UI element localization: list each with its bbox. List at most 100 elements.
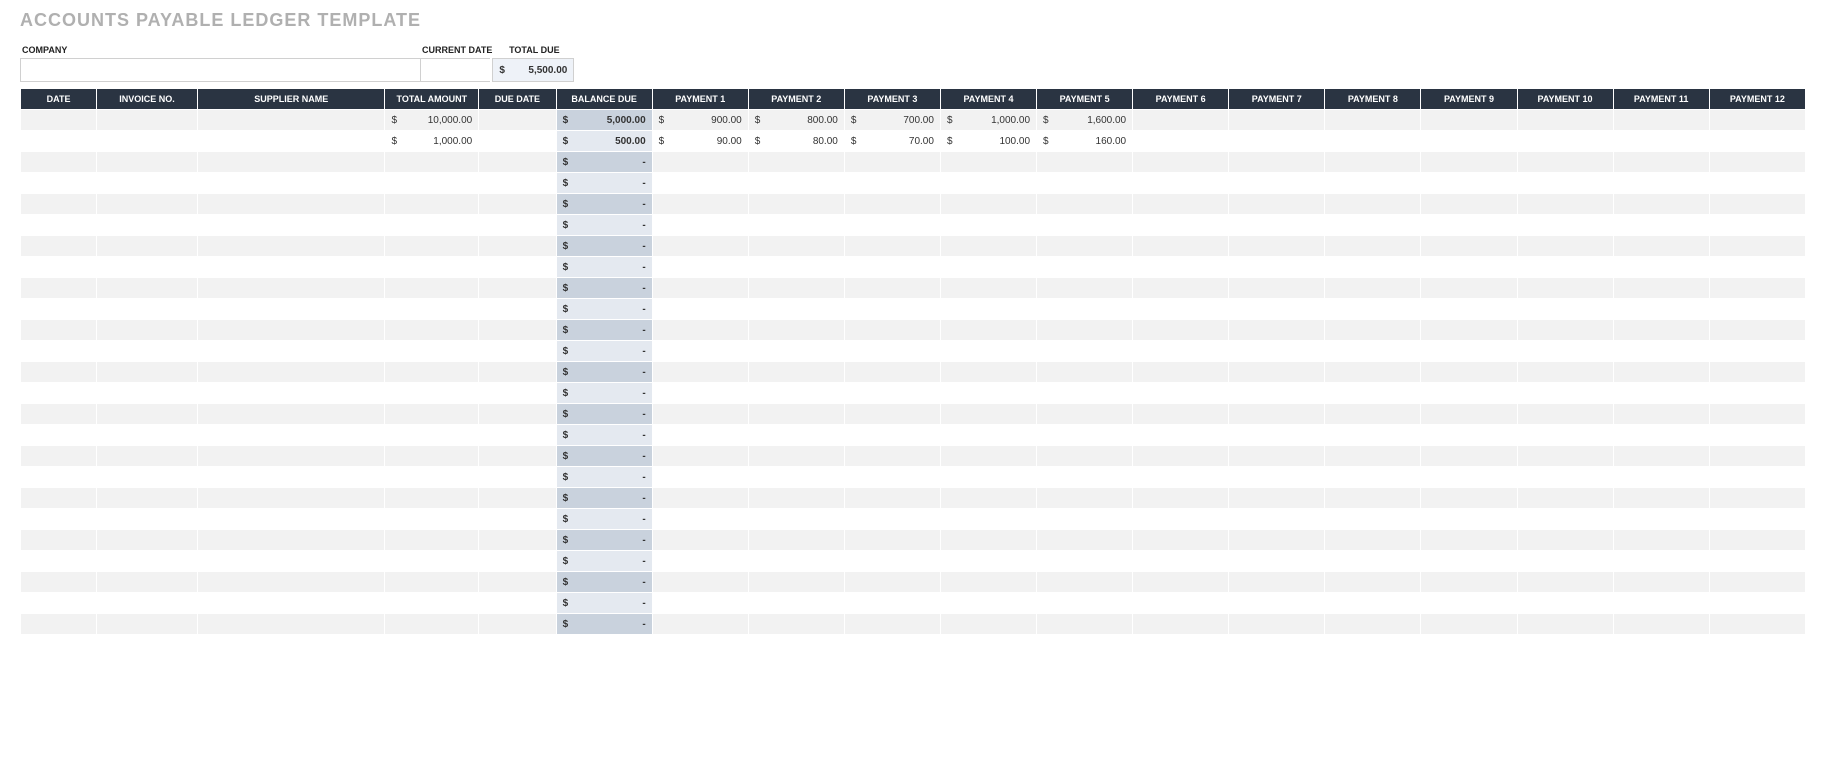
cell-payment[interactable] bbox=[1709, 509, 1805, 530]
cell-payment[interactable] bbox=[1709, 299, 1805, 320]
cell-date[interactable] bbox=[21, 320, 97, 341]
cell-payment[interactable] bbox=[1133, 299, 1229, 320]
cell-balance[interactable]: $- bbox=[556, 446, 652, 467]
cell-payment[interactable] bbox=[1517, 341, 1613, 362]
cell-payment[interactable] bbox=[748, 446, 844, 467]
cell-payment[interactable] bbox=[1037, 173, 1133, 194]
cell-payment[interactable] bbox=[652, 383, 748, 404]
cell-payment[interactable] bbox=[1325, 299, 1421, 320]
cell-balance[interactable]: $- bbox=[556, 299, 652, 320]
cell-payment[interactable] bbox=[1037, 551, 1133, 572]
cell-payment[interactable] bbox=[844, 446, 940, 467]
cell-due[interactable] bbox=[479, 593, 556, 614]
cell-payment[interactable] bbox=[1709, 131, 1805, 152]
cell-payment[interactable] bbox=[1517, 509, 1613, 530]
cell-payment[interactable] bbox=[1325, 152, 1421, 173]
cell-payment[interactable] bbox=[748, 530, 844, 551]
cell-payment[interactable] bbox=[1325, 530, 1421, 551]
cell-payment[interactable] bbox=[1517, 257, 1613, 278]
cell-payment[interactable] bbox=[844, 383, 940, 404]
cell-payment[interactable]: $90.00 bbox=[652, 131, 748, 152]
cell-payment[interactable] bbox=[1709, 551, 1805, 572]
cell-total[interactable] bbox=[385, 320, 479, 341]
cell-payment[interactable] bbox=[1709, 572, 1805, 593]
cell-supplier[interactable] bbox=[197, 236, 385, 257]
cell-balance[interactable]: $- bbox=[556, 236, 652, 257]
cell-payment[interactable] bbox=[940, 509, 1036, 530]
cell-payment[interactable] bbox=[1421, 236, 1517, 257]
cell-payment[interactable] bbox=[1229, 131, 1325, 152]
cell-payment[interactable] bbox=[1037, 257, 1133, 278]
cell-payment[interactable] bbox=[844, 425, 940, 446]
cell-balance[interactable]: $- bbox=[556, 278, 652, 299]
cell-payment[interactable] bbox=[652, 593, 748, 614]
cell-payment[interactable] bbox=[1037, 446, 1133, 467]
cell-balance[interactable]: $- bbox=[556, 425, 652, 446]
cell-total[interactable]: $1,000.00 bbox=[385, 131, 479, 152]
cell-balance[interactable]: $- bbox=[556, 383, 652, 404]
cell-balance[interactable]: $- bbox=[556, 467, 652, 488]
cell-invoice[interactable] bbox=[97, 194, 198, 215]
cell-balance[interactable]: $- bbox=[556, 173, 652, 194]
cell-payment[interactable] bbox=[1229, 110, 1325, 131]
cell-payment[interactable] bbox=[1325, 404, 1421, 425]
cell-payment[interactable] bbox=[748, 551, 844, 572]
cell-payment[interactable] bbox=[1325, 257, 1421, 278]
cell-payment[interactable] bbox=[1613, 110, 1709, 131]
cell-payment[interactable] bbox=[1421, 257, 1517, 278]
cell-payment[interactable] bbox=[1133, 110, 1229, 131]
cell-supplier[interactable] bbox=[197, 593, 385, 614]
cell-invoice[interactable] bbox=[97, 551, 198, 572]
cell-payment[interactable] bbox=[844, 278, 940, 299]
cell-invoice[interactable] bbox=[97, 425, 198, 446]
cell-payment[interactable] bbox=[1421, 530, 1517, 551]
cell-payment[interactable] bbox=[844, 488, 940, 509]
cell-payment[interactable] bbox=[748, 467, 844, 488]
cell-payment[interactable] bbox=[748, 341, 844, 362]
cell-payment[interactable] bbox=[1613, 593, 1709, 614]
cell-payment[interactable] bbox=[1421, 572, 1517, 593]
cell-payment[interactable] bbox=[652, 257, 748, 278]
cell-payment[interactable] bbox=[748, 362, 844, 383]
cell-payment[interactable] bbox=[1133, 131, 1229, 152]
cell-payment[interactable] bbox=[652, 341, 748, 362]
cell-due[interactable] bbox=[479, 551, 556, 572]
cell-supplier[interactable] bbox=[197, 425, 385, 446]
cell-payment[interactable] bbox=[748, 152, 844, 173]
cell-payment[interactable] bbox=[844, 236, 940, 257]
cell-payment[interactable] bbox=[652, 614, 748, 635]
cell-due[interactable] bbox=[479, 467, 556, 488]
cell-payment[interactable] bbox=[940, 152, 1036, 173]
cell-payment[interactable] bbox=[1133, 467, 1229, 488]
cell-payment[interactable] bbox=[1709, 110, 1805, 131]
cell-total[interactable] bbox=[385, 404, 479, 425]
cell-payment[interactable] bbox=[1421, 278, 1517, 299]
cell-payment[interactable] bbox=[1517, 131, 1613, 152]
cell-payment[interactable] bbox=[940, 446, 1036, 467]
cell-balance[interactable]: $- bbox=[556, 572, 652, 593]
cell-invoice[interactable] bbox=[97, 320, 198, 341]
cell-payment[interactable] bbox=[1517, 173, 1613, 194]
cell-date[interactable] bbox=[21, 530, 97, 551]
cell-payment[interactable] bbox=[1325, 278, 1421, 299]
cell-payment[interactable] bbox=[1133, 530, 1229, 551]
cell-supplier[interactable] bbox=[197, 131, 385, 152]
cell-payment[interactable] bbox=[1325, 425, 1421, 446]
cell-payment[interactable] bbox=[1229, 215, 1325, 236]
cell-date[interactable] bbox=[21, 446, 97, 467]
cell-date[interactable] bbox=[21, 341, 97, 362]
cell-payment[interactable] bbox=[940, 173, 1036, 194]
cell-invoice[interactable] bbox=[97, 215, 198, 236]
cell-due[interactable] bbox=[479, 194, 556, 215]
cell-payment[interactable] bbox=[1325, 236, 1421, 257]
cell-balance[interactable]: $- bbox=[556, 341, 652, 362]
cell-due[interactable] bbox=[479, 425, 556, 446]
cell-payment[interactable] bbox=[1325, 194, 1421, 215]
cell-payment[interactable] bbox=[1709, 446, 1805, 467]
cell-payment[interactable]: $70.00 bbox=[844, 131, 940, 152]
cell-payment[interactable] bbox=[1325, 383, 1421, 404]
cell-payment[interactable] bbox=[1709, 173, 1805, 194]
cell-total[interactable] bbox=[385, 299, 479, 320]
cell-payment[interactable] bbox=[1613, 278, 1709, 299]
cell-payment[interactable] bbox=[1517, 446, 1613, 467]
